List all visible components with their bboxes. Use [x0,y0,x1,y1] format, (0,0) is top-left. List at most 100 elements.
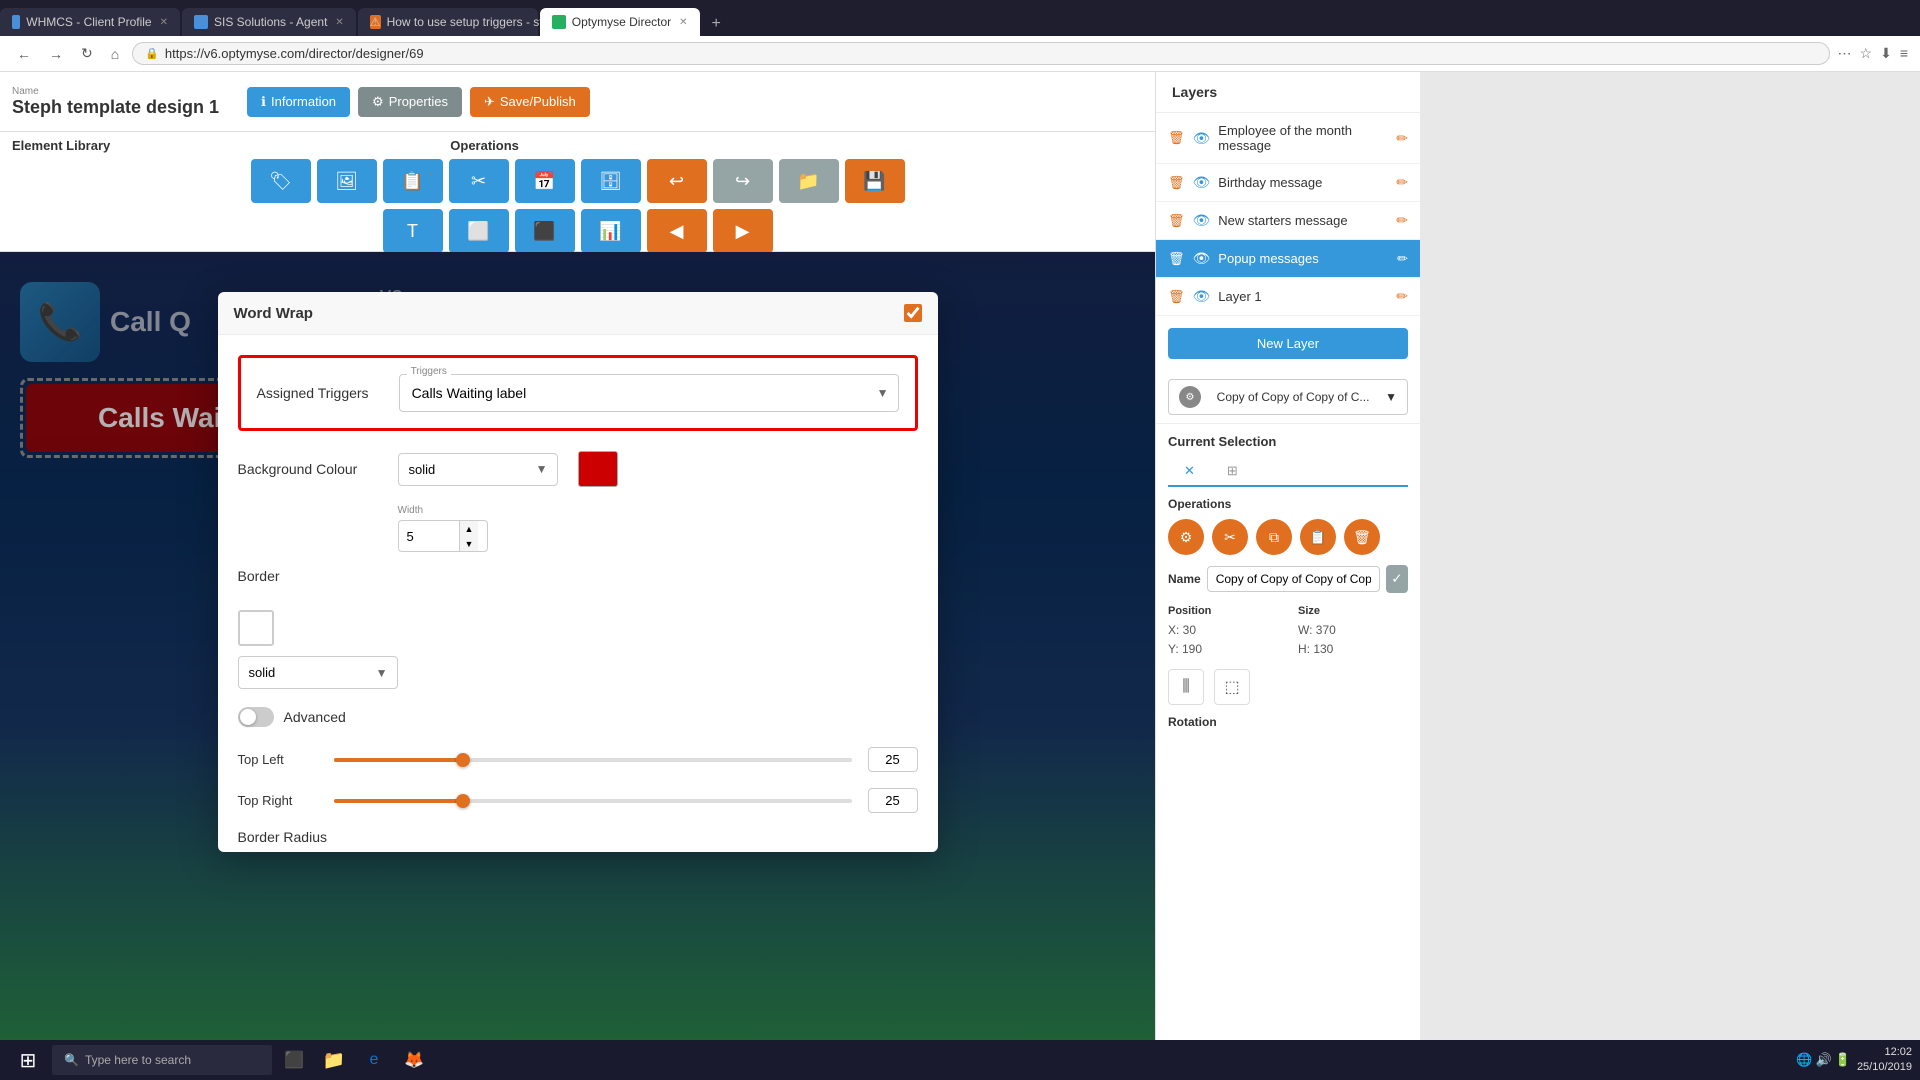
layer-popup-edit-icon[interactable]: ✏ [1397,251,1408,267]
lib-db-btn[interactable]: 🗄 [581,159,641,203]
top-right-value-input[interactable]: 25 [868,788,918,813]
forward-button[interactable]: → [44,44,68,64]
cs-cut-button[interactable]: ✂ [1212,519,1248,555]
layer1-edit-icon[interactable]: ✏ [1396,288,1408,305]
width-up-btn[interactable]: ▲ [460,521,479,536]
cs-gear-button[interactable]: ⚙ [1168,519,1204,555]
system-clock[interactable]: 12:02 25/10/2019 [1857,1045,1912,1076]
lib-undo-btn[interactable]: ↩ [647,159,707,203]
layer-new-edit-icon[interactable]: ✏ [1396,212,1408,229]
lib-line-btn[interactable]: ⬛ [515,209,575,253]
save-publish-button[interactable]: ✈ Save/Publish [470,87,590,117]
layer-item-bday[interactable]: 🗑 👁 Birthday message ✏ [1156,164,1420,202]
clock-date: 25/10/2019 [1857,1060,1912,1075]
tab-sis-close[interactable]: ✕ [335,17,343,28]
top-right-thumb[interactable] [456,794,470,808]
layer1-eye-icon[interactable]: 👁 [1193,288,1211,305]
lib-shape-btn[interactable]: ⬜ [449,209,509,253]
layer-item-popup[interactable]: 🗑 👁 Popup messages ✏ [1156,240,1420,278]
start-button[interactable]: ⊞ [8,1040,48,1080]
lib-op1-btn[interactable]: ◀ [647,209,707,253]
layer-eom-eye-icon[interactable]: 👁 [1193,130,1211,147]
top-left-thumb[interactable] [456,753,470,767]
layer-bday-trash-icon[interactable]: 🗑 [1168,175,1185,191]
lib-chart-btn[interactable]: 📊 [581,209,641,253]
border-color-box[interactable] [238,610,274,646]
top-right-slider-row: Top Right 25 [238,788,918,813]
information-button[interactable]: ℹ Information [247,87,350,117]
taskbar-explorer[interactable]: 📁 [316,1042,352,1078]
border-style-dropdown[interactable]: solid [238,656,398,689]
battery-icon[interactable]: 🔋 [1835,1052,1851,1068]
back-button[interactable]: ← [12,44,36,64]
network-icon[interactable]: 🌐 [1796,1052,1812,1068]
layer-popup-eye-icon[interactable]: 👁 [1193,250,1211,267]
paper-plane-icon: ✈ [484,94,495,110]
volume-icon[interactable]: 🔊 [1816,1052,1832,1068]
layer-item-eom[interactable]: 🗑 👁 Employee of the month message ✏ [1156,113,1420,164]
advanced-toggle[interactable] [238,707,274,727]
download-icon[interactable]: ⬇ [1880,45,1892,62]
taskbar-task-view[interactable]: ⬛ [276,1042,312,1078]
taskbar-edge[interactable]: e [356,1042,392,1078]
copy-dropdown[interactable]: ⚙ Copy of Copy of Copy of C... ▼ [1168,379,1408,415]
reader-icon[interactable]: ≡ [1900,45,1908,62]
home-button[interactable]: ⌂ [106,44,124,64]
tab-optymyse-close[interactable]: ✕ [679,17,687,28]
cs-tab-cross[interactable]: ✕ [1168,457,1211,487]
layer-eom-edit-icon[interactable]: ✏ [1396,130,1408,147]
lib-save-btn[interactable]: 💾 [845,159,905,203]
lib-op2-btn[interactable]: ▶ [713,209,773,253]
taskbar-firefox[interactable]: 🦊 [396,1042,432,1078]
lib-tag-btn[interactable]: 🏷 [251,159,311,203]
layer-item-new-starters[interactable]: 🗑 👁 New starters message ✏ [1156,202,1420,240]
properties-button[interactable]: ⚙ Properties [358,87,462,117]
lib-calendar-btn[interactable]: 📅 [515,159,575,203]
lib-text-btn[interactable]: T [383,209,443,253]
cs-name-input[interactable] [1207,566,1380,592]
layer-new-eye-icon[interactable]: 👁 [1193,212,1211,229]
bookmark-icon[interactable]: ☆ [1860,45,1873,62]
align-vertical-btn[interactable]: ⫼ [1168,669,1204,705]
layer-eom-trash-icon[interactable]: 🗑 [1168,130,1185,146]
layer1-trash-icon[interactable]: 🗑 [1168,289,1185,305]
layer-popup-trash-icon[interactable]: 🗑 [1168,251,1185,267]
width-input[interactable] [399,523,459,550]
word-wrap-checkbox[interactable] [904,304,922,322]
layer-item-layer1[interactable]: 🗑 👁 Layer 1 ✏ [1156,278,1420,316]
tab-optymyse[interactable]: Optymyse Director ✕ [540,8,700,36]
layer-bday-edit-icon[interactable]: ✏ [1396,174,1408,191]
tab-howto[interactable]: ⚠ How to use setup triggers - st... ✕ [358,8,538,36]
bg-color-swatch[interactable] [578,451,618,487]
cs-tab-grid[interactable]: ⊞ [1211,457,1254,485]
lib-redo-btn[interactable]: ↪ [713,159,773,203]
cs-copy-button[interactable]: ⧉ [1256,519,1292,555]
extensions-icon[interactable]: ⋯ [1838,45,1852,62]
triggers-dropdown[interactable]: Calls Waiting label [399,374,899,412]
layer-bday-eye-icon[interactable]: 👁 [1193,174,1211,191]
tab-whmcs[interactable]: WHMCS - Client Profile ✕ [0,8,180,36]
tab-sis[interactable]: SIS Solutions - Agent ✕ [182,8,356,36]
taskbar-right: 🌐 🔊 🔋 12:02 25/10/2019 [1796,1045,1912,1076]
lib-folder-btn[interactable]: 📁 [779,159,839,203]
layer-new-trash-icon[interactable]: 🗑 [1168,213,1185,229]
url-box[interactable]: 🔒 https://v6.optymyse.com/director/desig… [132,42,1829,65]
lib-layers-btn[interactable]: 📋 [383,159,443,203]
lib-image-btn[interactable]: 🖼 [317,159,377,203]
top-right-track[interactable] [334,799,852,803]
top-left-track[interactable] [334,758,852,762]
lib-crop-btn[interactable]: ✂ [449,159,509,203]
align-horizontal-btn[interactable]: ⬚ [1214,669,1250,705]
cs-name-confirm-button[interactable]: ✓ [1386,565,1408,593]
cs-delete-button[interactable]: 🗑 [1344,519,1380,555]
reload-button[interactable]: ↻ [76,43,98,64]
new-tab-button[interactable]: + [702,12,731,36]
tab-whmcs-close[interactable]: ✕ [160,17,168,28]
taskbar-search[interactable]: 🔍 Type here to search [52,1045,272,1075]
new-layer-button[interactable]: New Layer [1168,328,1408,359]
app-container: Name Steph template design 1 ℹ Informati… [0,72,1920,1040]
bg-style-dropdown[interactable]: solid [398,453,558,486]
top-left-value-input[interactable]: 25 [868,747,918,772]
width-down-btn[interactable]: ▼ [460,536,479,551]
cs-paste-button[interactable]: 📋 [1300,519,1336,555]
